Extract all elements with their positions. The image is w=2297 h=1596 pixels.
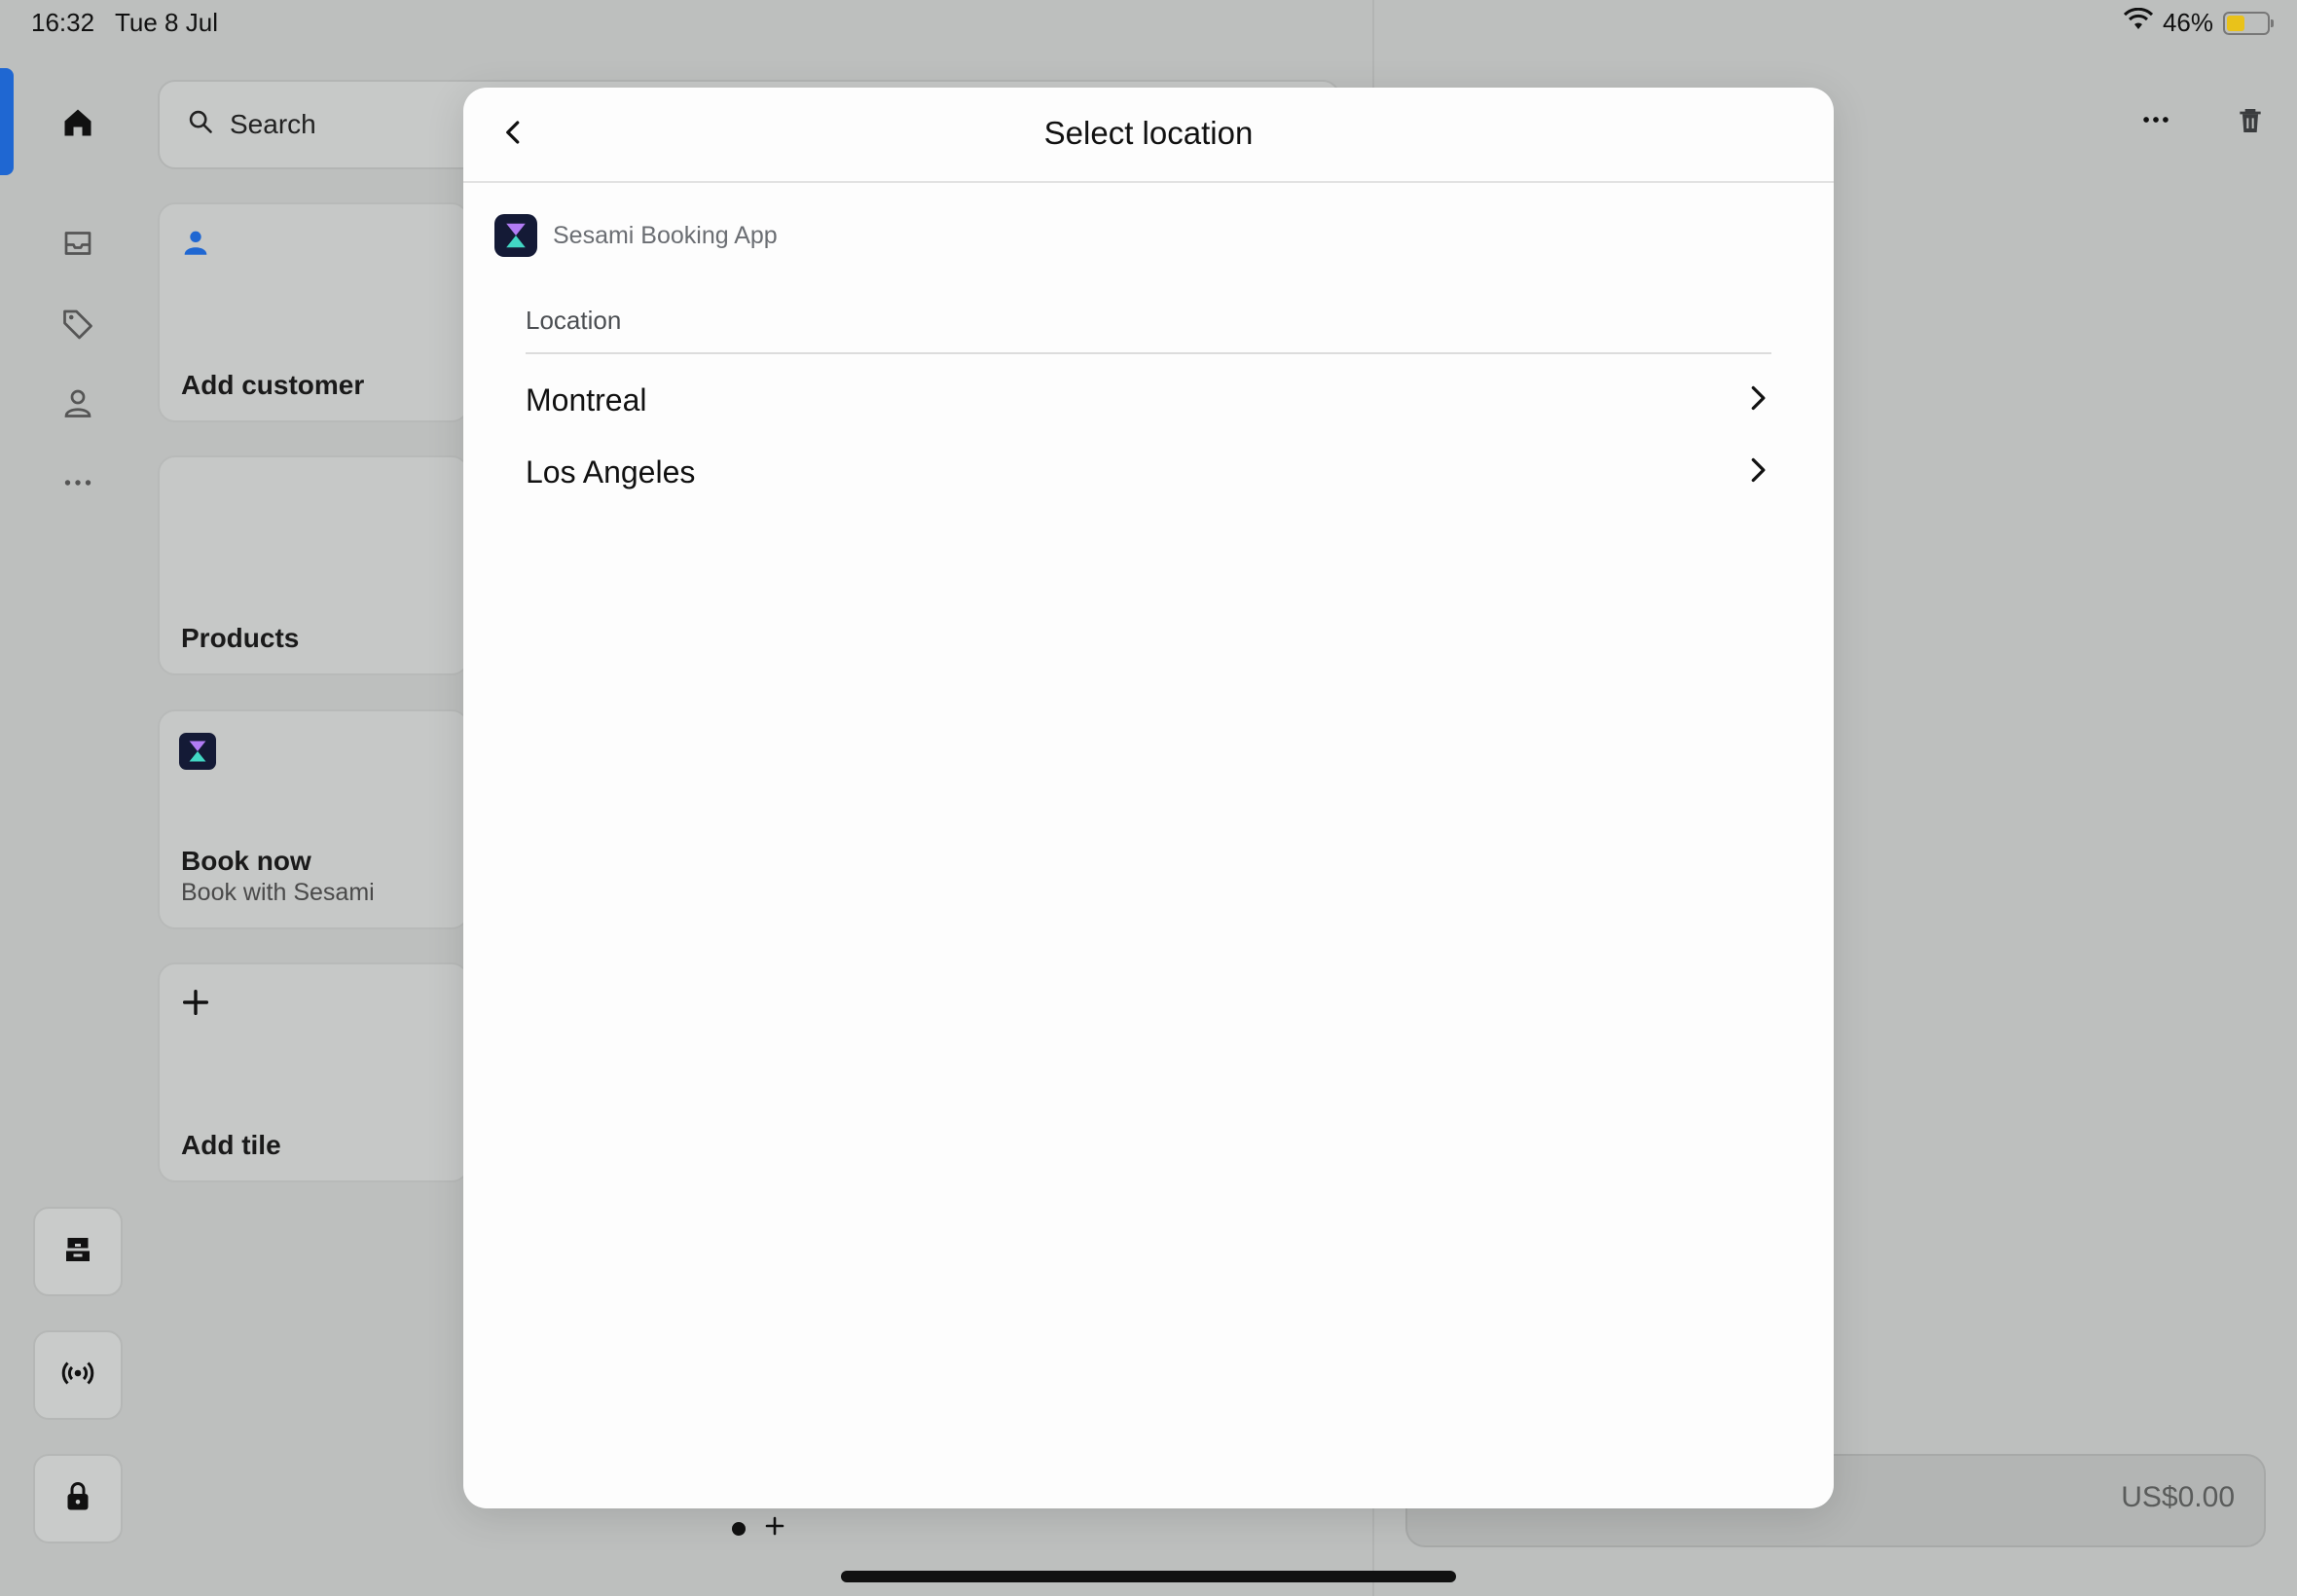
person-icon: [179, 226, 212, 264]
more-icon[interactable]: [55, 459, 101, 506]
inbox-icon[interactable]: [55, 220, 101, 267]
home-indicator[interactable]: [841, 1571, 1456, 1582]
status-date: Tue 8 Jul: [115, 8, 218, 37]
lock-icon: [60, 1479, 95, 1519]
broadcast-icon: [60, 1356, 95, 1396]
tile-add-customer[interactable]: Add customer: [158, 202, 469, 422]
section-divider: [526, 352, 1771, 354]
section-label: Location: [526, 306, 622, 335]
tile-title: Book now: [181, 846, 311, 876]
app-name: Sesami Booking App: [553, 221, 778, 249]
tile-title: Products: [181, 623, 300, 653]
sesami-logo-icon: [179, 733, 216, 775]
broadcast-button[interactable]: [33, 1330, 123, 1420]
location-item-montreal[interactable]: Montreal: [526, 366, 1771, 434]
more-options-icon[interactable]: [2139, 103, 2172, 141]
register-icon: [60, 1232, 95, 1272]
register-button[interactable]: [33, 1207, 123, 1296]
location-item-los-angeles[interactable]: Los Angeles: [526, 438, 1771, 506]
tag-icon[interactable]: [55, 300, 101, 346]
lock-button[interactable]: [33, 1454, 123, 1543]
chevron-right-icon: [1744, 456, 1771, 489]
screen: 16:32 Tue 8 Jul 46% Search Add customer …: [0, 0, 2297, 1596]
cart-total: US$0.00: [2121, 1481, 2235, 1513]
location-label: Los Angeles: [526, 453, 696, 490]
sesami-logo-icon: [494, 214, 537, 257]
location-label: Montreal: [526, 381, 647, 417]
modal-header: Select location: [463, 88, 1834, 183]
app-row: Sesami Booking App: [494, 214, 778, 257]
page-indicator: [732, 1514, 786, 1542]
chevron-right-icon: [1744, 384, 1771, 417]
modal-title: Select location: [1043, 115, 1254, 151]
tile-book-now[interactable]: Book now Book with Sesami: [158, 709, 469, 929]
search-label: Search: [230, 109, 316, 139]
tile-products[interactable]: Products: [158, 455, 469, 675]
nav-active-indicator: [0, 68, 14, 175]
search-icon: [187, 108, 214, 142]
plus-icon: [179, 986, 212, 1024]
tile-title: Add customer: [181, 370, 365, 400]
page-dot[interactable]: [732, 1521, 746, 1536]
add-page-icon[interactable]: [763, 1514, 786, 1542]
status-time: 16:32: [31, 8, 95, 37]
person-icon[interactable]: [55, 380, 101, 426]
tile-subtitle: Book with Sesami: [181, 879, 375, 906]
tile-add-tile[interactable]: Add tile: [158, 962, 469, 1182]
select-location-modal: Select location Sesami Booking App Locat…: [463, 88, 1834, 1508]
tile-title: Add tile: [181, 1130, 281, 1160]
nav-rail: [0, 58, 156, 1596]
home-icon[interactable]: [55, 99, 101, 146]
trash-icon[interactable]: [2235, 105, 2266, 141]
